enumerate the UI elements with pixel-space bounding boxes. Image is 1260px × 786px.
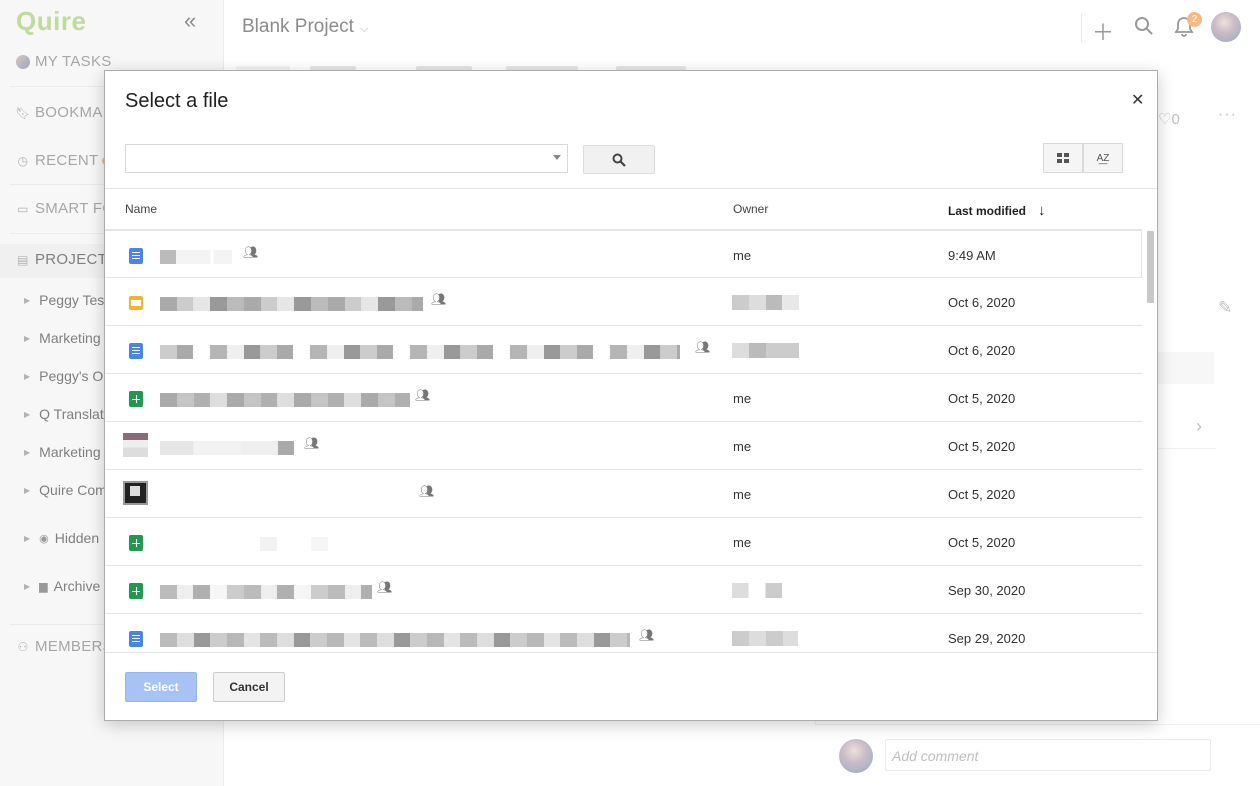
file-name-redacted xyxy=(260,537,328,551)
file-owner: me xyxy=(733,439,752,454)
sort-button[interactable]: A͟Z xyxy=(1083,143,1123,173)
file-owner: me xyxy=(733,391,752,406)
file-picker-dialog: Select a file ✕ A͟Z Name Owner Last modi… xyxy=(104,70,1158,721)
file-name-redacted xyxy=(160,250,232,264)
shared-icon: 👥︎ xyxy=(377,580,393,594)
file-list: 👥︎ me 9:49 AM 👥︎ Oct 6, 2020 👥︎ Oct 6, 2… xyxy=(105,230,1142,652)
google-sheet-icon xyxy=(129,583,143,599)
table-row[interactable]: 👥︎ me Oct 5, 2020 xyxy=(105,422,1142,470)
scrollbar-thumb[interactable] xyxy=(1147,231,1154,303)
file-modified: Sep 29, 2020 xyxy=(948,631,1026,646)
file-name-redacted xyxy=(160,393,410,407)
file-name-redacted xyxy=(160,585,372,599)
table-row[interactable]: 👥︎ me Oct 5, 2020 xyxy=(105,470,1142,518)
sort-az-icon: A͟Z xyxy=(1096,152,1110,164)
cancel-button[interactable]: Cancel xyxy=(213,672,285,702)
shared-icon: 👥︎ xyxy=(415,388,431,402)
file-modified: Oct 5, 2020 xyxy=(948,487,1016,502)
shared-icon: 👥︎ xyxy=(419,484,435,498)
divider xyxy=(105,652,1157,653)
file-name-redacted xyxy=(160,441,294,455)
owner-redacted xyxy=(732,343,799,358)
owner-redacted xyxy=(732,295,799,310)
column-last-modified[interactable]: Last modified ↓ xyxy=(948,202,1046,219)
select-button[interactable]: Select xyxy=(125,672,197,702)
column-owner[interactable]: Owner xyxy=(733,202,768,216)
file-modified: Sep 30, 2020 xyxy=(948,583,1026,598)
table-row[interactable]: me Oct 5, 2020 xyxy=(105,518,1142,566)
file-owner: me xyxy=(733,487,752,502)
table-row[interactable]: 👥︎ Sep 30, 2020 xyxy=(105,566,1142,614)
image-thumbnail xyxy=(123,433,148,457)
file-owner: me xyxy=(733,535,752,550)
search-button[interactable] xyxy=(583,145,655,174)
file-modified: Oct 5, 2020 xyxy=(948,391,1016,406)
close-icon[interactable]: ✕ xyxy=(1131,90,1144,110)
shared-icon: 👥︎ xyxy=(695,340,711,354)
file-modified: Oct 5, 2020 xyxy=(948,535,1016,550)
shared-icon: 👥︎ xyxy=(639,628,655,642)
sort-descending-arrow-icon: ↓ xyxy=(1038,202,1046,219)
dialog-title: Select a file xyxy=(125,90,229,112)
google-sheet-icon xyxy=(129,391,143,407)
google-slides-icon xyxy=(129,296,143,310)
dropdown-arrow-icon[interactable] xyxy=(553,155,561,160)
file-modified: 9:49 AM xyxy=(948,248,996,263)
grid-icon xyxy=(1057,153,1069,163)
table-header: Name Owner Last modified ↓ xyxy=(105,189,1142,230)
shared-icon: 👥︎ xyxy=(304,436,320,450)
file-name-redacted xyxy=(160,633,630,647)
search-input[interactable] xyxy=(125,144,568,173)
search-icon xyxy=(612,153,626,167)
file-owner: me xyxy=(733,248,752,263)
google-doc-icon xyxy=(129,248,143,264)
file-modified: Oct 6, 2020 xyxy=(948,295,1016,310)
google-doc-icon xyxy=(129,631,143,647)
table-row[interactable]: 👥︎ Oct 6, 2020 xyxy=(105,278,1142,326)
shared-icon: 👥︎ xyxy=(243,245,259,259)
image-thumbnail xyxy=(123,481,148,505)
file-modified: Oct 6, 2020 xyxy=(948,343,1016,358)
file-modified: Oct 5, 2020 xyxy=(948,439,1016,454)
table-row[interactable]: 👥︎ me 9:49 AM xyxy=(105,230,1142,278)
table-row[interactable]: 👥︎ Oct 6, 2020 xyxy=(105,326,1142,374)
grid-view-button[interactable] xyxy=(1043,143,1083,173)
google-sheet-icon xyxy=(129,535,143,551)
google-doc-icon xyxy=(129,343,143,359)
file-name-redacted xyxy=(160,345,680,359)
column-name[interactable]: Name xyxy=(125,202,157,216)
table-row[interactable]: 👥︎ me Oct 5, 2020 xyxy=(105,374,1142,422)
owner-redacted xyxy=(732,583,782,598)
table-row[interactable]: 👥︎ Sep 29, 2020 xyxy=(105,614,1142,652)
shared-icon: 👥︎ xyxy=(431,292,447,306)
owner-redacted xyxy=(732,631,798,646)
file-name-redacted xyxy=(160,297,423,311)
